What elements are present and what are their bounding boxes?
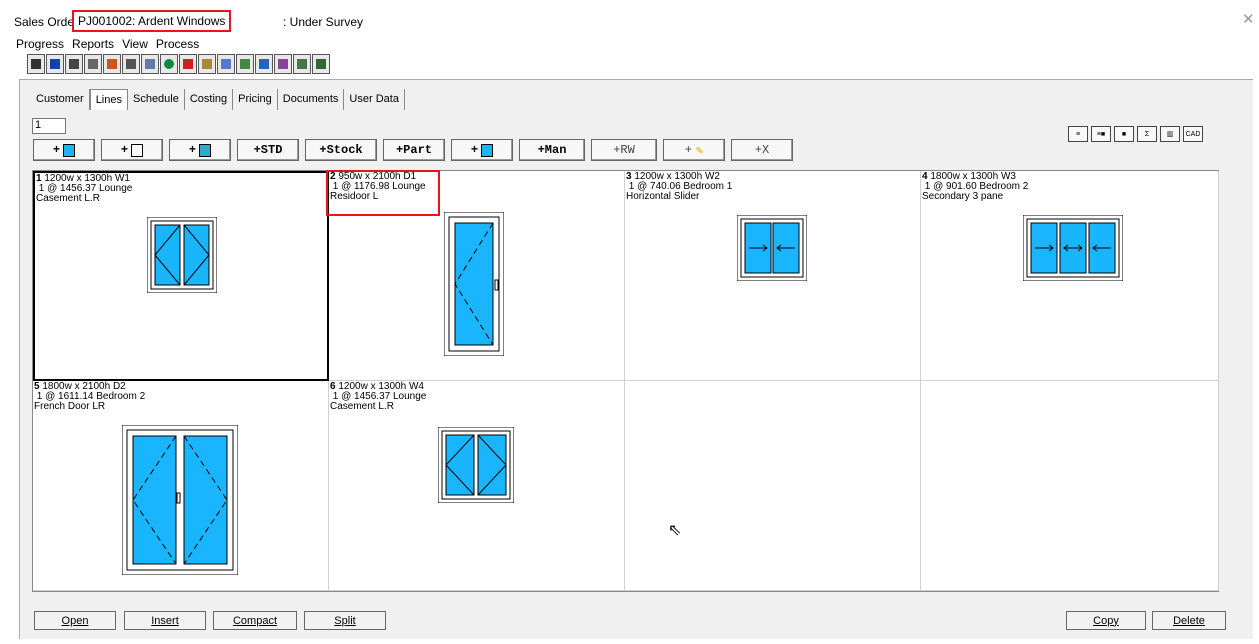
window-titlebar: Sales Order PJ001002: Ardent Windows : U… (0, 0, 1259, 36)
line-cell-3[interactable]: 3 1200w x 1300h W2 1 @ 740.06 Bedroom 1 … (625, 171, 921, 381)
line-type-4: Secondary 3 pane (922, 191, 1004, 202)
list-icon[interactable] (274, 54, 292, 74)
open-button[interactable]: Open (34, 611, 116, 630)
door-icon (131, 143, 144, 157)
line-type-5: French Door LR (34, 401, 106, 412)
line-header-6: 6 1200w x 1300h W4 1 @ 1456.37 Lounge Ca… (330, 382, 426, 412)
glass-icon (481, 143, 494, 157)
line-header-1: 1 1200w x 1300h W1 1 @ 1456.37 Lounge Ca… (36, 174, 132, 204)
add-x-button[interactable]: +X (731, 139, 793, 161)
pack-icon[interactable] (84, 54, 102, 74)
menu-progress[interactable]: Progress (16, 37, 64, 53)
drawing-view-icon[interactable]: ■ (1114, 126, 1134, 142)
tab-pricing[interactable]: Pricing (233, 89, 278, 110)
title-prefix: Sales Order (14, 15, 79, 29)
add-man-button[interactable]: +Man (519, 139, 585, 161)
calc-icon[interactable] (141, 54, 159, 74)
line-type-3: Horizontal Slider (626, 191, 700, 202)
paste-icon[interactable] (293, 54, 311, 74)
detail-view-icon[interactable]: ≡■ (1091, 126, 1111, 142)
horizontal-slider-icon (737, 215, 807, 281)
matrix-icon[interactable]: ▥ (1160, 126, 1180, 142)
view-tools: ≡ ≡■ ■ Σ ▥ CAD (1068, 126, 1203, 142)
map-icon[interactable] (312, 54, 330, 74)
mouse-cursor-icon: ⇖ (668, 522, 682, 539)
add-window-button[interactable]: + (33, 139, 95, 161)
copy-icon[interactable] (198, 54, 216, 74)
line-cell-4[interactable]: 4 1800w x 1300h W3 1 @ 901.60 Bedroom 2 … (921, 171, 1219, 381)
flag-icon: ✎ (695, 143, 704, 158)
casement-window-icon (438, 427, 514, 503)
tab-strip: Customer Lines Schedule Costing Pricing … (31, 89, 405, 110)
close-icon[interactable]: ✕ (1242, 10, 1255, 28)
line-header-3: 3 1200w x 1300h W2 1 @ 740.06 Bedroom 1 … (626, 172, 732, 202)
delete-button[interactable]: Delete (1152, 611, 1226, 630)
add-grid-button[interactable]: + (169, 139, 231, 161)
chart-icon[interactable] (103, 54, 121, 74)
add-door-label: + (120, 143, 129, 157)
tab-costing[interactable]: Costing (185, 89, 234, 110)
add-stock-button[interactable]: +Stock (305, 139, 377, 161)
insert-button[interactable]: Insert (124, 611, 206, 630)
secondary-3-pane-icon (1023, 215, 1123, 281)
globe-icon[interactable] (160, 54, 178, 74)
home-icon[interactable] (65, 54, 83, 74)
grid-icon[interactable] (122, 54, 140, 74)
split-button[interactable]: Split (304, 611, 386, 630)
report-icon[interactable] (46, 54, 64, 74)
order-code: PJ001002: Ardent Windows (72, 10, 232, 32)
copy-button[interactable]: Copy (1066, 611, 1146, 630)
window-icon (63, 143, 76, 157)
add-grid-label: + (188, 143, 197, 157)
lines-grid: 1 1200w x 1300h W1 1 @ 1456.37 Lounge Ca… (32, 170, 1219, 592)
house-icon[interactable] (179, 54, 197, 74)
grid-icon (199, 143, 212, 157)
tab-customer[interactable]: Customer (31, 89, 90, 110)
tab-documents[interactable]: Documents (278, 89, 345, 110)
menu-view[interactable]: View (122, 37, 148, 53)
edit-icon[interactable] (217, 54, 235, 74)
menu-reports[interactable]: Reports (72, 37, 114, 53)
line-number-field[interactable]: 1 (32, 118, 66, 134)
line-type-1: Casement L.R (36, 193, 100, 204)
add-std-button[interactable]: +STD (237, 139, 299, 161)
line-cell-6[interactable]: 6 1200w x 1300h W4 1 @ 1456.37 Lounge Ca… (329, 381, 625, 591)
add-window-label: + (52, 143, 61, 157)
line-cell-1[interactable]: 1 1200w x 1300h W1 1 @ 1456.37 Lounge Ca… (33, 171, 329, 381)
line-header-5: 5 1800w x 2100h D2 1 @ 1611.14 Bedroom 2… (34, 382, 145, 412)
menu-process[interactable]: Process (156, 37, 199, 53)
line-type-6: Casement L.R (330, 401, 394, 412)
line-highlight-box (326, 170, 440, 216)
print-icon[interactable] (236, 54, 254, 74)
compact-button[interactable]: Compact (213, 611, 297, 630)
tab-user-data[interactable]: User Data (344, 89, 405, 110)
empty-cell[interactable] (921, 381, 1219, 591)
french-door-icon (122, 425, 238, 575)
add-flag-button[interactable]: + ✎ (663, 139, 725, 161)
tab-schedule[interactable]: Schedule (128, 89, 185, 110)
cad-icon[interactable]: CAD (1183, 126, 1203, 142)
add-glass-label: + (470, 143, 479, 157)
image-icon[interactable] (255, 54, 273, 74)
residoor-icon (444, 212, 504, 356)
add-line-toolbar: + + + +STD +Stock +Part + +Man +RW + ✎ +X (33, 139, 793, 161)
add-part-button[interactable]: +Part (383, 139, 445, 161)
save-icon[interactable] (27, 54, 45, 74)
casement-window-icon (147, 217, 217, 293)
tab-lines[interactable]: Lines (89, 89, 128, 110)
sum-icon[interactable]: Σ (1137, 126, 1157, 142)
line-header-4: 4 1800w x 1300h W3 1 @ 901.60 Bedroom 2 … (922, 172, 1028, 202)
menu-bar: Progress Reports View Process (16, 37, 199, 53)
add-flag-label: + (684, 143, 692, 157)
add-glass-button[interactable]: + (451, 139, 513, 161)
list-view-icon[interactable]: ≡ (1068, 126, 1088, 142)
line-cell-5[interactable]: 5 1800w x 2100h D2 1 @ 1611.14 Bedroom 2… (33, 381, 329, 591)
add-door-button[interactable]: + (101, 139, 163, 161)
order-status: : Under Survey (283, 15, 364, 29)
add-rw-button[interactable]: +RW (591, 139, 657, 161)
empty-cell[interactable] (625, 381, 921, 591)
toolbar (27, 54, 330, 75)
